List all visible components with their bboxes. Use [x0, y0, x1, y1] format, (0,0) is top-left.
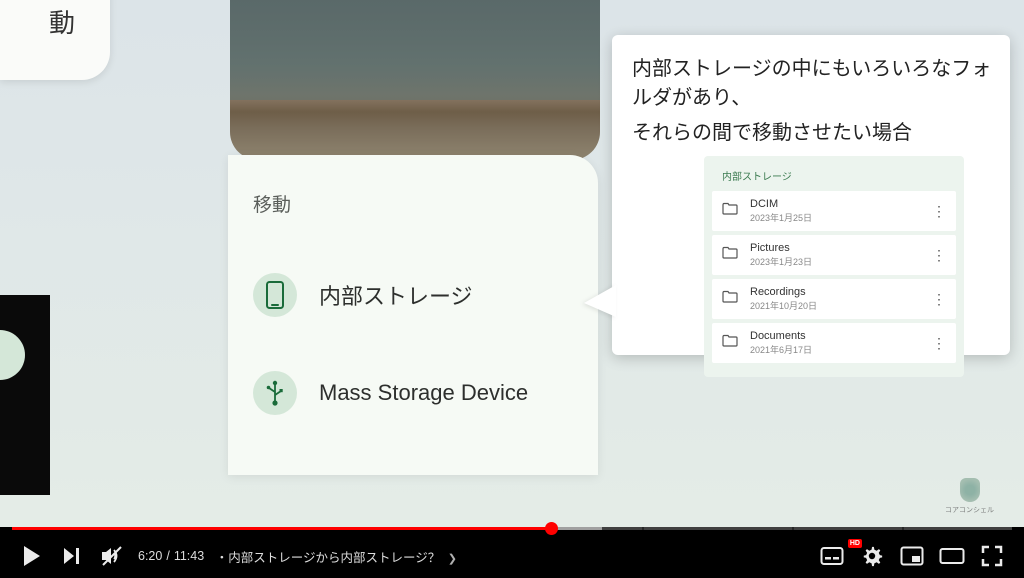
- folder-icon: [722, 246, 740, 264]
- background-photo: [230, 0, 600, 160]
- next-button[interactable]: [52, 536, 92, 576]
- folder-name: Pictures: [750, 242, 916, 254]
- folder-name: DCIM: [750, 198, 916, 210]
- progress-played: [12, 527, 552, 530]
- folder-icon: [722, 290, 740, 308]
- chapter-marker: [902, 527, 904, 530]
- video-player: 動 移動 内部ストレージ: [0, 0, 1024, 578]
- folder-icon: [722, 202, 740, 220]
- progress-loaded: [552, 527, 602, 530]
- more-icon[interactable]: ⋮: [926, 248, 952, 262]
- usb-icon: [253, 371, 297, 415]
- folder-icon: [722, 334, 740, 352]
- more-icon[interactable]: ⋮: [926, 292, 952, 306]
- chapter-link[interactable]: ・内部ストレージから内部ストレージ？ ❯: [216, 547, 457, 566]
- folder-list-header: 内部ストレージ: [712, 166, 956, 191]
- storage-option-label: Mass Storage Device: [319, 380, 528, 406]
- folder-text: DCIM 2023年1月25日: [750, 198, 916, 224]
- callout-line-1: 内部ストレージの中にもいろいろなフォルダがあり、: [632, 55, 992, 113]
- fullscreen-button[interactable]: [972, 536, 1012, 576]
- dialog-title: 移動: [253, 190, 573, 217]
- subtitles-button[interactable]: [812, 536, 852, 576]
- folder-date: 2023年1月25日: [750, 211, 916, 224]
- folder-text: Recordings 2021年10月20日: [750, 286, 916, 312]
- video-frame[interactable]: 動 移動 内部ストレージ: [0, 0, 1024, 527]
- left-card-text: 動: [49, 3, 75, 40]
- time-display: 6:20 / 11:43 ・内部ストレージから内部ストレージ？ ❯: [138, 547, 457, 566]
- watermark-icon: [960, 478, 980, 502]
- miniplayer-button[interactable]: [892, 536, 932, 576]
- storage-option-usb[interactable]: Mass Storage Device: [253, 363, 573, 423]
- folder-date: 2023年1月23日: [750, 255, 916, 268]
- play-button[interactable]: [12, 536, 52, 576]
- watermark-text: コアコンシェル: [945, 505, 994, 515]
- folder-item[interactable]: Recordings 2021年10月20日 ⋮: [712, 279, 956, 319]
- folder-text: Documents 2021年6月17日: [750, 330, 916, 356]
- folder-list-panel: 内部ストレージ DCIM 2023年1月25日 ⋮: [704, 156, 964, 377]
- explanation-callout: 内部ストレージの中にもいろいろなフォルダがあり、 それらの間で移動させたい場合 …: [612, 35, 1010, 355]
- callout-line-2: それらの間で移動させたい場合: [632, 119, 992, 148]
- move-dialog: 移動 内部ストレージ: [228, 155, 598, 475]
- left-card-fragment: 動: [0, 0, 110, 80]
- chapter-marker: [792, 527, 794, 530]
- folder-item[interactable]: Pictures 2023年1月23日 ⋮: [712, 235, 956, 275]
- more-icon[interactable]: ⋮: [926, 336, 952, 350]
- storage-option-internal[interactable]: 内部ストレージ: [253, 265, 573, 325]
- folder-text: Pictures 2023年1月23日: [750, 242, 916, 268]
- mute-button[interactable]: [92, 536, 132, 576]
- player-controls: 6:20 / 11:43 ・内部ストレージから内部ストレージ？ ❯: [0, 534, 1024, 578]
- hd-badge: HD: [848, 539, 862, 548]
- duration: 11:43: [174, 549, 204, 563]
- folder-name: Documents: [750, 330, 916, 342]
- progress-bar[interactable]: [12, 527, 1012, 530]
- folder-item[interactable]: Documents 2021年6月17日 ⋮: [712, 323, 956, 363]
- phone-icon: [253, 273, 297, 317]
- chevron-right-icon: ❯: [448, 553, 457, 565]
- channel-watermark[interactable]: コアコンシェル: [945, 478, 994, 515]
- folder-name: Recordings: [750, 286, 916, 298]
- folder-item[interactable]: DCIM 2023年1月25日 ⋮: [712, 191, 956, 231]
- folder-date: 2021年6月17日: [750, 343, 916, 356]
- chapter-marker: [642, 527, 644, 530]
- more-icon[interactable]: ⋮: [926, 204, 952, 218]
- theater-button[interactable]: [932, 536, 972, 576]
- current-time: 6:20: [138, 549, 162, 563]
- storage-option-label: 内部ストレージ: [319, 279, 473, 311]
- left-black-bar: [0, 295, 50, 495]
- time-separator: /: [166, 549, 169, 563]
- folder-date: 2021年10月20日: [750, 299, 916, 312]
